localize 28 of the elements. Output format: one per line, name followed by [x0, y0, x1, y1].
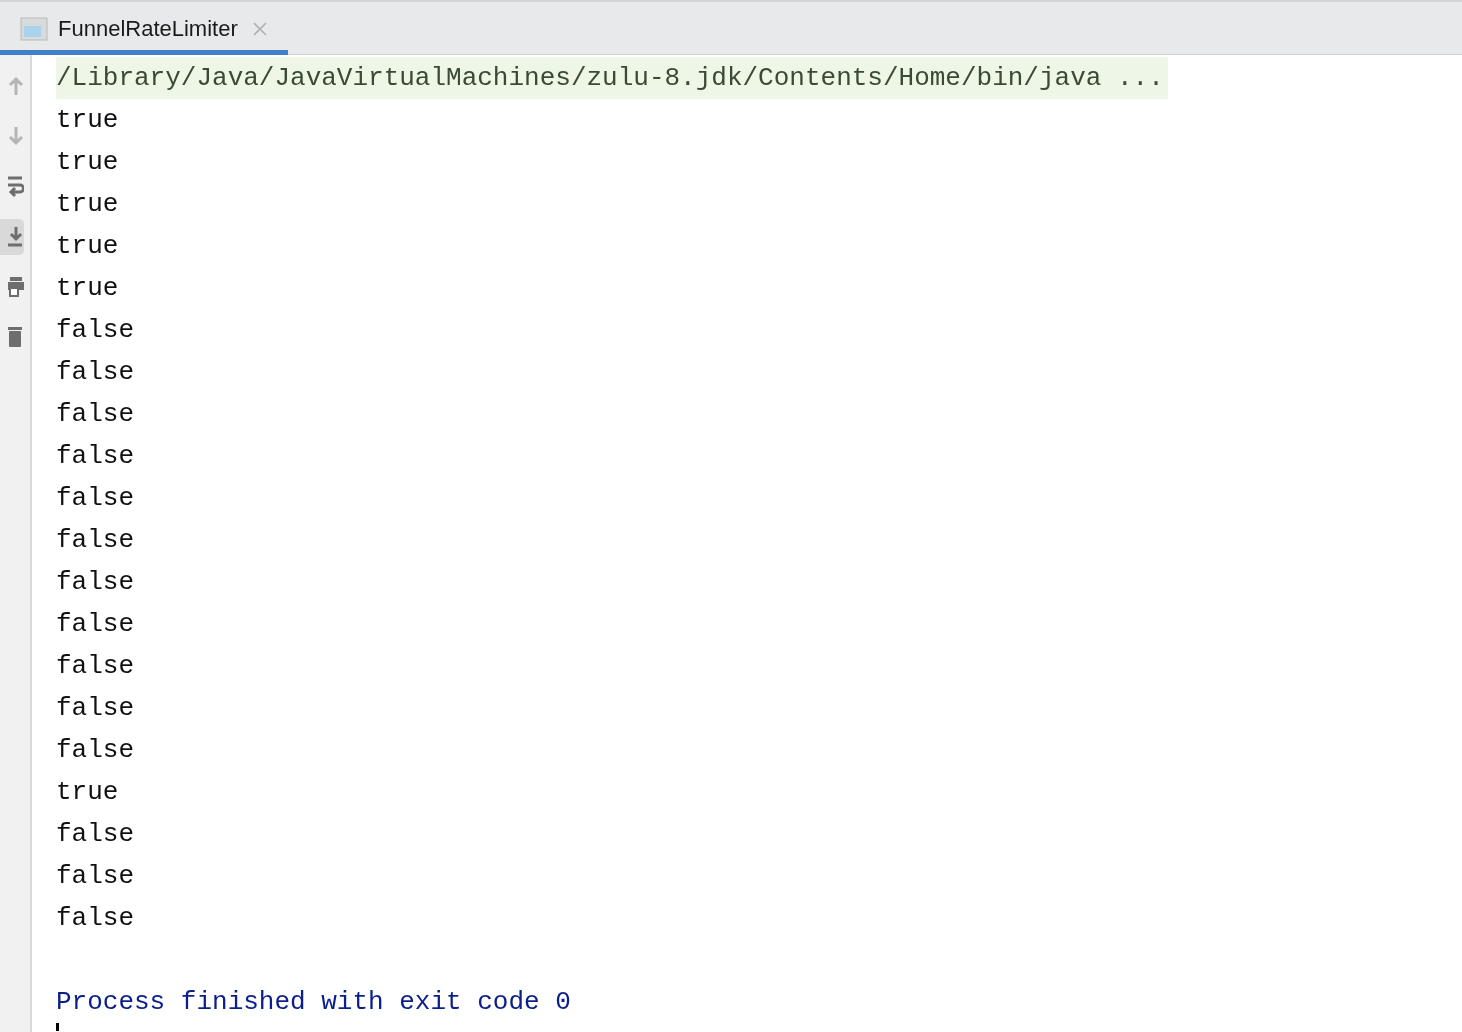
output-line: false [56, 441, 134, 471]
output-line: false [56, 567, 134, 597]
window-icon [20, 16, 48, 41]
trash-icon [8, 325, 24, 349]
output-line: false [56, 357, 134, 387]
output-line: false [56, 693, 134, 723]
output-line: true [56, 273, 119, 303]
text-cursor [56, 1023, 59, 1031]
output-line: true [56, 777, 119, 807]
output-line: true [56, 147, 119, 177]
output-line: true [56, 105, 119, 135]
output-line: true [56, 231, 119, 261]
output-line: false [56, 903, 134, 933]
output-line: false [56, 315, 134, 345]
output-line: true [56, 189, 119, 219]
exit-message: Process finished with exit code 0 [56, 987, 571, 1017]
scroll-to-end-icon [8, 225, 24, 249]
output-line: false [56, 735, 134, 765]
soft-wrap-icon [8, 175, 24, 199]
output-line: false [56, 861, 134, 891]
output-line: false [56, 399, 134, 429]
printer-icon [8, 275, 24, 299]
toolbar-button[interactable] [0, 219, 24, 255]
output-line: false [56, 651, 134, 681]
output-line: false [56, 483, 134, 513]
output-line: false [56, 819, 134, 849]
output-line: false [56, 525, 134, 555]
output-line: false [56, 609, 134, 639]
